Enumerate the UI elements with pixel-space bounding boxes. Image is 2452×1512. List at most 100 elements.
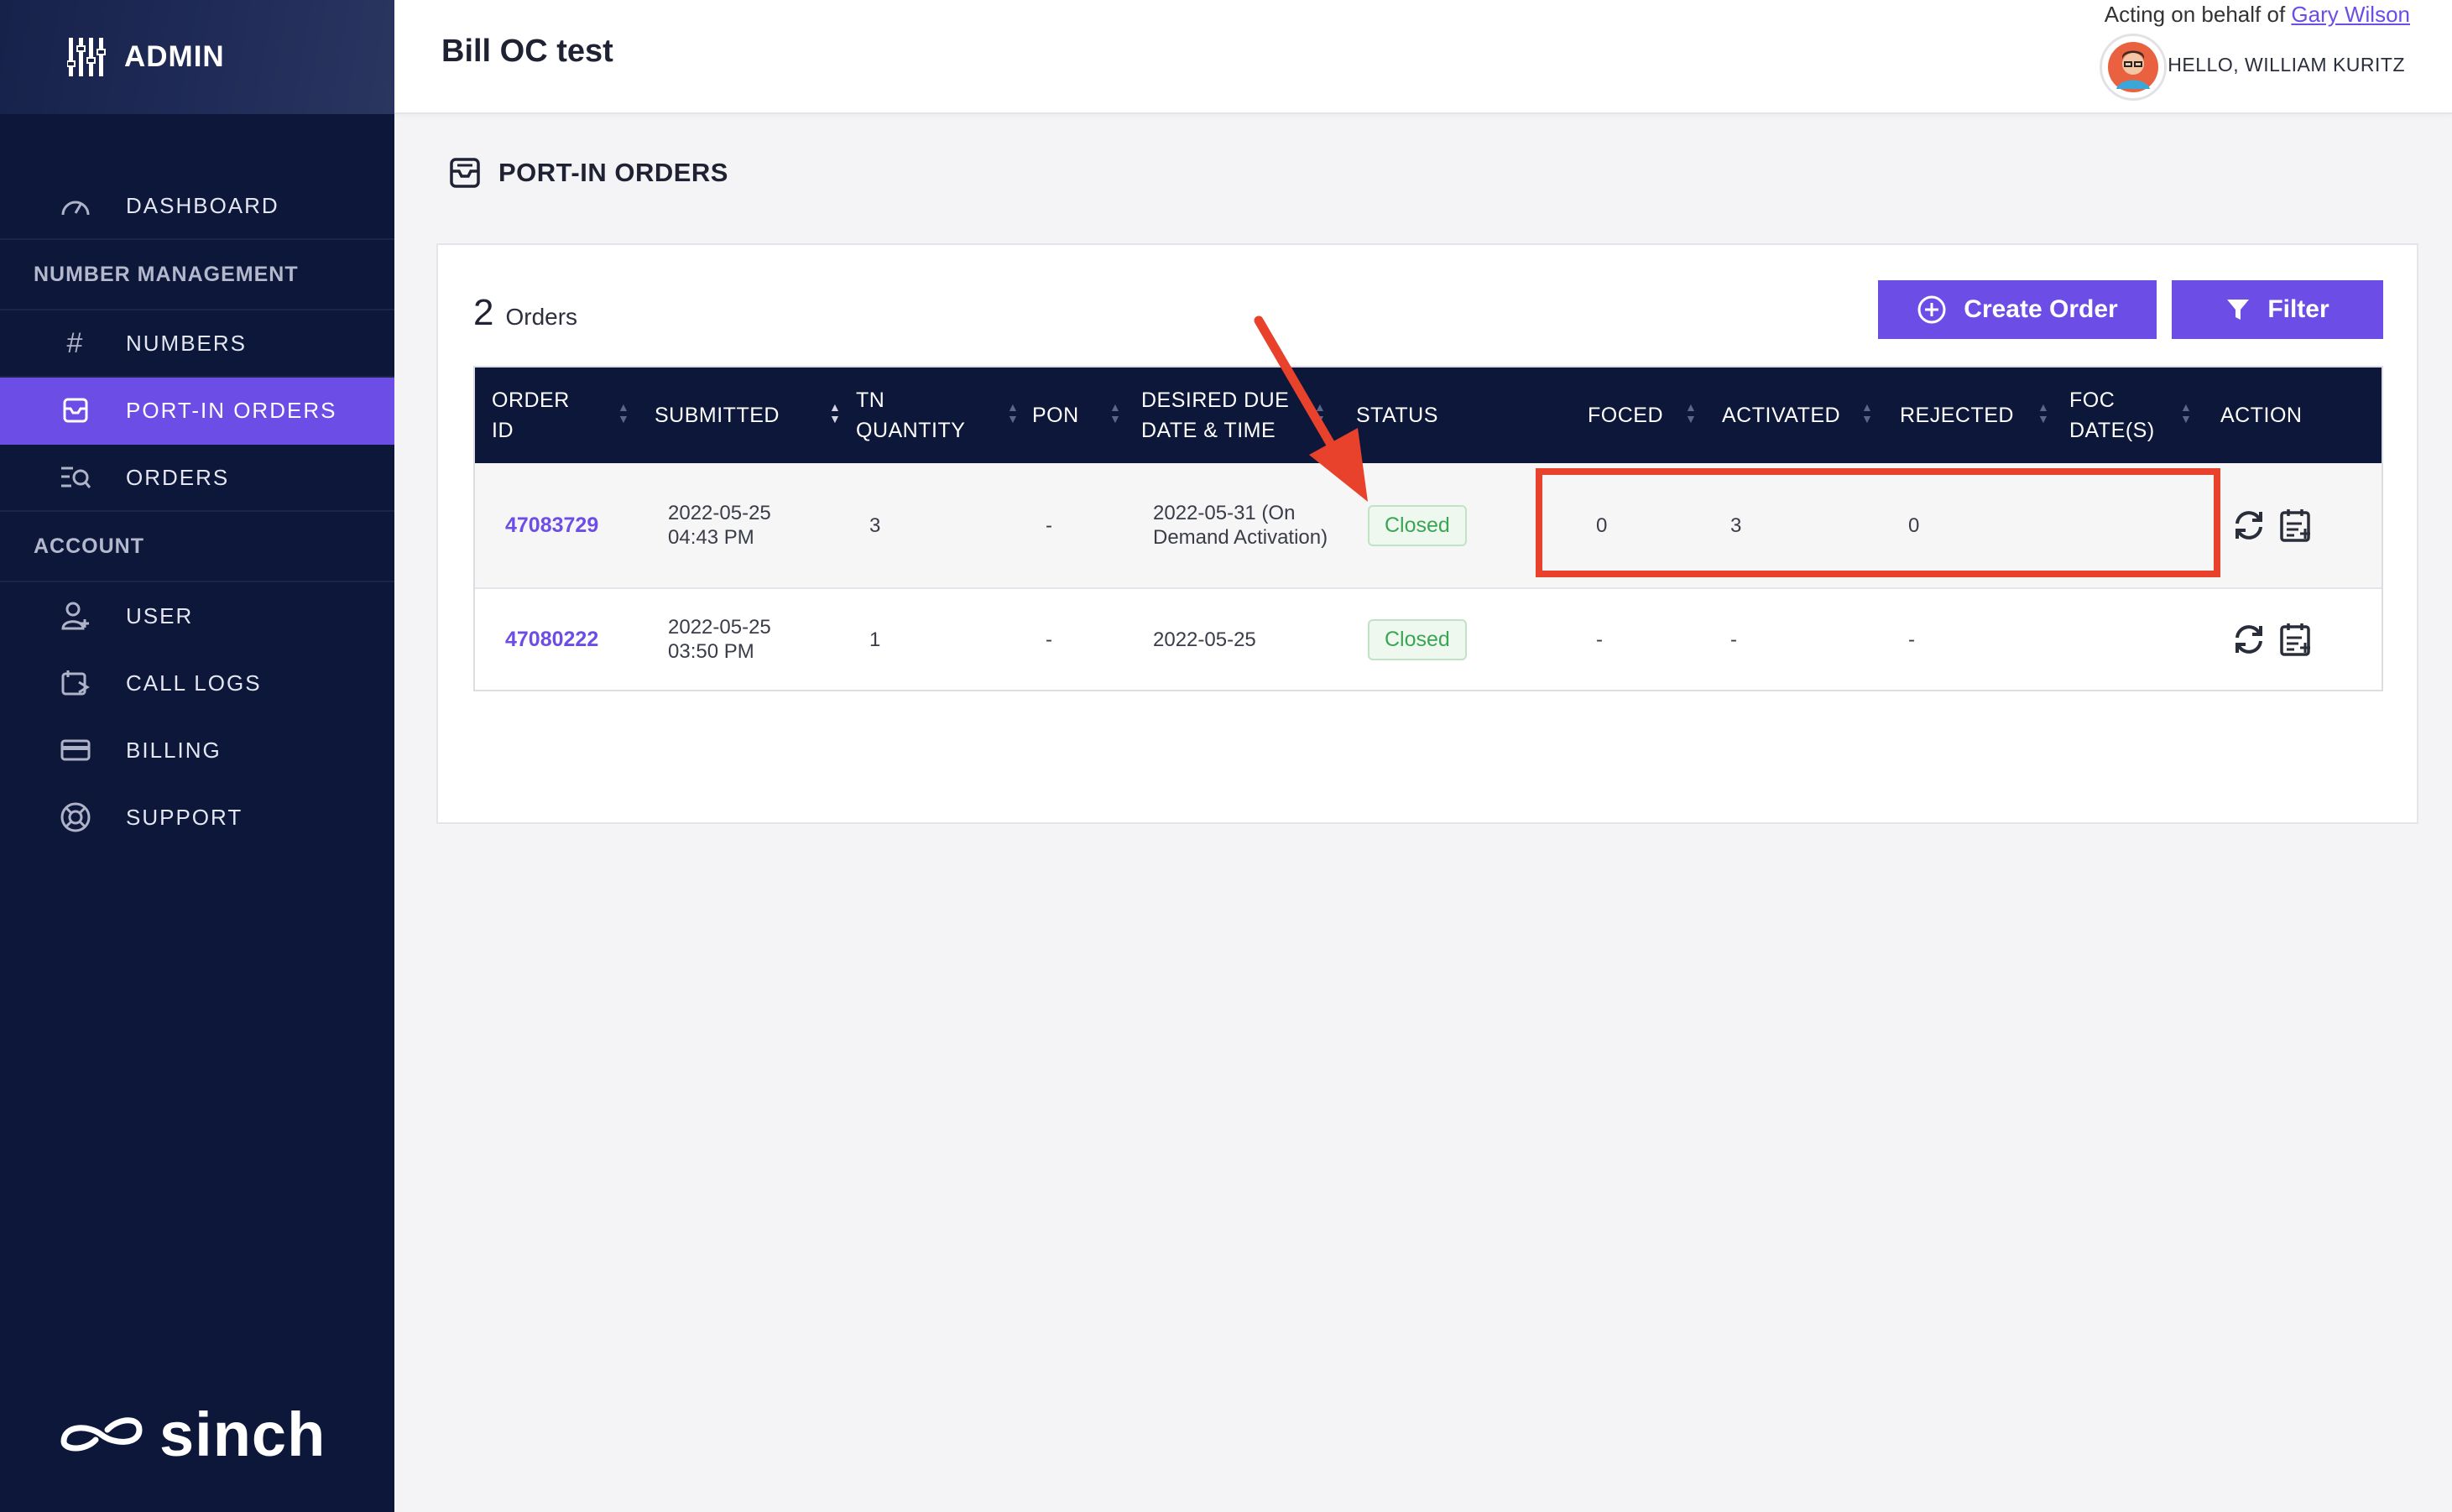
avatar[interactable] — [2100, 34, 2167, 101]
column-label: ACTIVATED — [1722, 404, 1841, 427]
column-label: SUBMITTED — [655, 404, 780, 427]
annotation-arrow — [1254, 315, 1368, 502]
credit-card-icon — [59, 733, 92, 767]
sidebar-item-port-in-orders[interactable]: PORT-IN ORDERS — [0, 378, 394, 445]
sidebar-item-call-logs[interactable]: CALL LOGS — [0, 649, 394, 717]
lifebuoy-icon — [59, 800, 92, 834]
status-cell: Closed — [1368, 463, 1467, 587]
sort-icon: ▲▼ — [1685, 400, 1698, 425]
sidebar-item-label: DASHBOARD — [126, 192, 279, 218]
submitted-cell: 2022-05-25 03:50 PM — [668, 589, 771, 690]
inbox-icon — [450, 158, 480, 188]
sidebar-item-numbers[interactable]: # NUMBERS — [0, 310, 394, 378]
acting-on-behalf: Acting on behalf of Gary Wilson — [2105, 2, 2410, 28]
brand-header: ADMIN — [0, 0, 394, 114]
submitted-time: 03:50 PM — [668, 640, 754, 663]
page-header: PORT-IN ORDERS — [448, 156, 728, 190]
column-label: REJECTED — [1900, 404, 2014, 427]
sidebar-item-label: SUPPORT — [126, 804, 243, 830]
user-plus-icon — [59, 599, 92, 633]
column-header-status[interactable]: STATUS — [1356, 368, 1490, 463]
column-header-activated[interactable]: ACTIVATED ▲ ▼ — [1722, 368, 1890, 463]
sidebar: ADMIN DASHBOARD NUMBER MANAGEMENT # NUMB… — [0, 0, 394, 1512]
desired-due-cell: 2022-05-25 — [1153, 628, 1256, 651]
column-header-order-id[interactable]: ORDER ID ▲ ▼ — [492, 368, 629, 463]
column-label: ORDER ID — [492, 388, 570, 442]
plus-circle-icon — [1917, 295, 1947, 325]
acting-user-link[interactable]: Gary Wilson — [2291, 2, 2410, 27]
create-order-button[interactable]: Create Order — [1878, 280, 2157, 339]
order-id-link[interactable]: 47083729 — [505, 463, 598, 587]
column-header-tn-quantity[interactable]: TN QUANTITY ▲ ▼ — [856, 368, 1019, 463]
status-badge: Closed — [1368, 504, 1467, 546]
column-header-rejected[interactable]: REJECTED ▲ ▼ — [1900, 368, 2068, 463]
section-account: ACCOUNT — [0, 512, 394, 582]
submitted-date: 2022-05-25 — [668, 616, 771, 639]
column-header-submitted[interactable]: SUBMITTED ▲ ▼ — [655, 368, 841, 463]
tn-quantity-cell: 3 — [869, 514, 881, 537]
sort-desc-icon: ▲ ▼ — [829, 400, 842, 425]
sidebar-item-support[interactable]: SUPPORT — [0, 784, 394, 851]
column-header-foced[interactable]: FOCED ▲ ▼ — [1588, 368, 1714, 463]
column-header-pon[interactable]: PON ▲ ▼ — [1032, 368, 1133, 463]
column-header-foc-dates[interactable]: FOC DATE(S) ▲ ▼ — [2069, 368, 2204, 463]
status-badge: Closed — [1368, 618, 1467, 660]
sort-icon: ▲▼ — [618, 400, 630, 425]
status-cell: Closed — [1368, 589, 1467, 690]
column-label: FOC DATE(S) — [2069, 388, 2155, 442]
sidebar-item-user[interactable]: USER — [0, 582, 394, 649]
sidebar-item-orders[interactable]: ORDERS — [0, 445, 394, 512]
sidebar-item-label: PORT-IN ORDERS — [126, 397, 337, 423]
brand-title: ADMIN — [124, 40, 225, 73]
sidebar-nav: DASHBOARD NUMBER MANAGEMENT # NUMBERS PO… — [0, 173, 394, 851]
rejected-cell: - — [1908, 628, 1915, 651]
column-header-action: ACTION — [2220, 368, 2338, 463]
greeting: HELLO, WILLIAM KURITZ — [2168, 54, 2405, 76]
order-count: 2 Orders — [473, 292, 577, 334]
foced-cell: - — [1596, 628, 1603, 651]
sidebar-item-label: CALL LOGS — [126, 670, 262, 696]
gauge-icon — [59, 189, 92, 222]
tn-quantity-cell: 1 — [869, 628, 881, 651]
sliders-logo-icon — [67, 38, 106, 76]
sort-icon: ▲▼ — [2180, 400, 2193, 425]
account-name: Bill OC test — [441, 34, 613, 69]
action-cell — [2230, 463, 2313, 587]
table-row: 47080222 2022-05-25 03:50 PM 1 - 2022-05… — [475, 589, 2382, 690]
activated-cell: - — [1730, 628, 1737, 651]
sort-icon: ▲▼ — [1861, 400, 1874, 425]
sidebar-item-label: ORDERS — [126, 464, 230, 490]
order-id-link[interactable]: 47080222 — [505, 589, 598, 690]
acting-prefix: Acting on behalf of — [2104, 2, 2286, 27]
sidebar-item-label: NUMBERS — [126, 330, 248, 356]
column-label: TN QUANTITY — [856, 388, 966, 442]
filter-button[interactable]: Filter — [2172, 280, 2383, 339]
sidebar-item-label: BILLING — [126, 737, 222, 763]
sort-icon: ▲▼ — [2037, 400, 2050, 425]
refresh-icon[interactable] — [2230, 507, 2267, 544]
inbox-icon — [59, 394, 92, 427]
pon-cell: - — [1046, 514, 1052, 537]
sidebar-item-dashboard[interactable]: DASHBOARD — [0, 173, 394, 240]
funnel-icon — [2225, 297, 2251, 322]
submitted-cell: 2022-05-25 04:43 PM — [668, 463, 771, 587]
sort-icon: ▲▼ — [1007, 400, 1020, 425]
create-order-label: Create Order — [1964, 295, 2118, 323]
refresh-icon[interactable] — [2230, 621, 2267, 658]
column-label: FOCED — [1588, 404, 1663, 427]
calendar-edit-icon[interactable] — [2279, 507, 2313, 544]
sidebar-item-billing[interactable]: BILLING — [0, 717, 394, 784]
sidebar-item-label: USER — [126, 602, 194, 628]
page-title: PORT-IN ORDERS — [498, 158, 728, 187]
table-header: ORDER ID ▲ ▼ SUBMITTED ▲ ▼ TN QUANTITY ▲ ▼ … — [475, 368, 2382, 463]
order-count-label: Orders — [505, 304, 578, 330]
hash-icon: # — [66, 326, 85, 359]
section-number-management: NUMBER MANAGEMENT — [0, 240, 394, 310]
order-count-number: 2 — [473, 292, 494, 333]
filter-label: Filter — [2267, 295, 2329, 323]
sinch-wordmark: sinch — [159, 1400, 326, 1469]
submitted-date: 2022-05-25 — [668, 502, 771, 524]
top-bar: Bill OC test Acting on behalf of Gary Wi… — [394, 0, 2452, 114]
user-avatar-icon — [2108, 42, 2158, 92]
calendar-edit-icon[interactable] — [2279, 621, 2313, 658]
